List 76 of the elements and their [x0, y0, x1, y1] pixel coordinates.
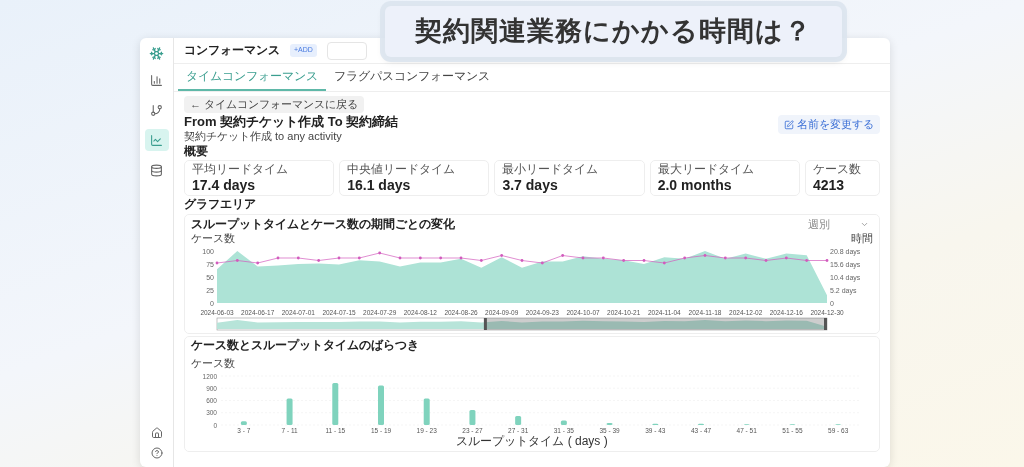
data-point	[479, 258, 483, 262]
help-icon[interactable]	[150, 447, 163, 459]
stat-value: 17.4 days	[192, 177, 256, 194]
histogram-bar	[606, 422, 613, 425]
data-point	[459, 256, 463, 260]
data-point	[520, 258, 524, 262]
data-point	[439, 256, 443, 260]
axis-title: ケース数	[191, 356, 235, 369]
home-icon[interactable]	[150, 427, 163, 439]
edit-icon	[784, 119, 794, 130]
data-point	[581, 256, 585, 260]
axis-title: 時間	[851, 232, 873, 245]
period-dropdown[interactable]: 週別	[804, 217, 873, 233]
stat-label: ケース数	[812, 163, 861, 178]
back-button[interactable]: ← タイムコンフォーマンスに戻る	[184, 96, 365, 113]
histogram-bar	[560, 420, 567, 425]
histogram-bar	[515, 415, 522, 425]
data-point	[296, 256, 300, 260]
stat-label: 中央値リードタイム	[347, 163, 456, 178]
stat-label: 最大リードタイム	[657, 163, 754, 178]
snowflake-icon	[149, 46, 164, 61]
section-heading: 概要	[184, 144, 209, 159]
stat-label: 平均リードタイム	[192, 163, 288, 178]
data-point	[764, 258, 768, 262]
data-point	[500, 253, 504, 257]
histogram-bar	[469, 409, 476, 425]
chart-title: ケース数とスループットタイムのばらつき	[191, 338, 420, 353]
data-point	[703, 253, 707, 257]
page-title: From 契約チケット作成 To 契約締結	[184, 115, 399, 130]
data-point	[683, 256, 687, 260]
data-point	[662, 261, 666, 265]
page-header-title: コンフォーマンス	[184, 43, 280, 58]
section-heading: グラフエリア	[184, 198, 257, 213]
histogram-bar	[423, 398, 430, 425]
data-point	[561, 253, 565, 257]
data-point	[601, 256, 605, 260]
sidebar-nav-button[interactable]	[144, 129, 169, 151]
input-field[interactable]	[326, 41, 367, 60]
data-point	[256, 261, 260, 265]
data-point	[215, 261, 219, 265]
histogram-bar	[378, 385, 384, 425]
data-point	[357, 256, 361, 260]
bar-chart-icon	[150, 73, 163, 87]
data-point	[805, 258, 809, 262]
tab[interactable]: フラグパスコンフォーマンス	[326, 64, 498, 91]
stat-value: 2.0 months	[657, 177, 732, 194]
tab[interactable]: タイムコンフォーマンス	[178, 64, 326, 91]
data-point	[642, 258, 646, 262]
data-point	[744, 256, 748, 260]
data-point	[418, 256, 422, 260]
data-point	[723, 256, 727, 260]
branch-icon	[150, 103, 163, 117]
stat-value: 3.7 days	[502, 177, 558, 194]
rename-button[interactable]: 名前を変更する	[778, 115, 880, 134]
data-point	[622, 258, 626, 262]
data-point	[235, 258, 239, 262]
axis-title: スループットタイム ( days )	[456, 434, 608, 449]
data-point	[825, 258, 829, 262]
histogram-bar	[332, 382, 339, 425]
data-point	[317, 258, 321, 262]
stat-label: 最小リードタイム	[502, 163, 599, 178]
data-point	[378, 251, 382, 255]
data-point	[398, 256, 402, 260]
histogram-bar	[286, 398, 293, 425]
database-icon	[150, 163, 163, 177]
axis-title: ケース数	[191, 232, 235, 245]
chart-title: スループットタイムとケース数の期間ごとの変化	[191, 217, 455, 232]
data-point	[337, 256, 341, 260]
data-point	[540, 261, 544, 265]
page-subtitle: 契約チケット作成 to any activity	[184, 129, 343, 143]
data-point	[276, 256, 280, 260]
stat-value: 16.1 days	[347, 177, 411, 194]
data-point	[784, 256, 788, 260]
stat-value: 4213	[812, 177, 845, 194]
line-chart-icon	[150, 133, 163, 147]
histogram-bar	[240, 421, 247, 425]
